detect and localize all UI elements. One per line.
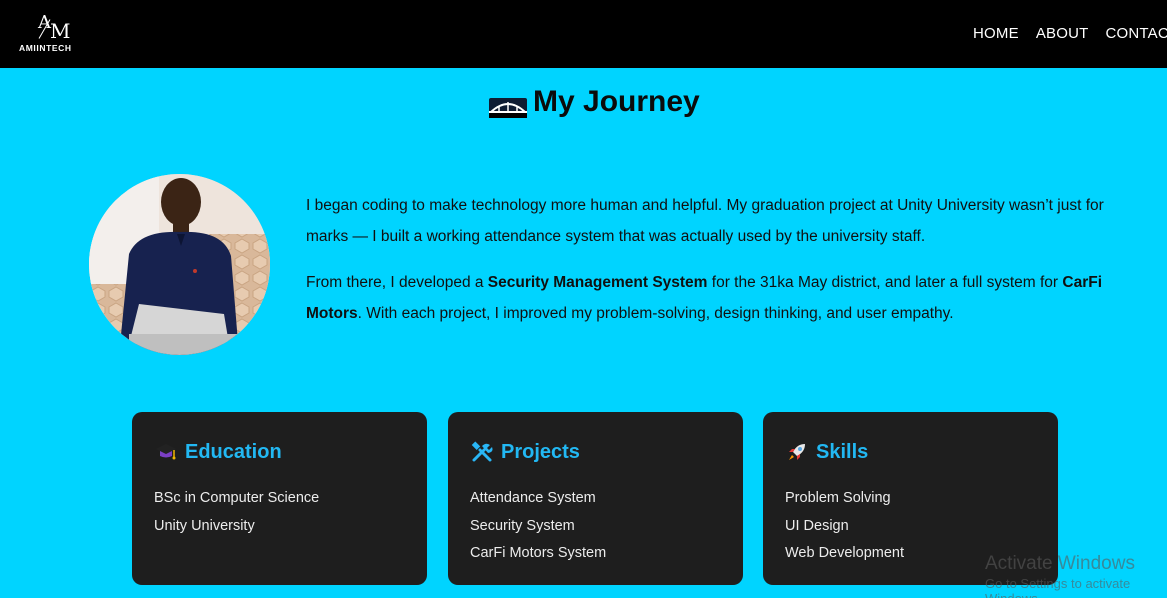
- list-item: Unity University: [154, 517, 255, 534]
- list-item: Web Development: [785, 545, 905, 561]
- list-item: UI Design: [785, 517, 849, 534]
- list-item: Security System: [470, 517, 575, 534]
- bridge-at-night-icon: [489, 98, 527, 118]
- tools-icon: [471, 441, 493, 462]
- activate-windows-watermark: Activate Windows Go to Settings to activ…: [985, 553, 1167, 598]
- profile-photo: [89, 174, 270, 355]
- bio-paragraph-2: From there, I developed a Security Manag…: [306, 274, 1103, 322]
- nav-home-link[interactable]: HOME: [973, 25, 1019, 42]
- graduation-cap-icon: [156, 444, 176, 460]
- highlight-security-system: Security Management System: [487, 274, 708, 291]
- journey-bio: I began coding to make technology more h…: [306, 190, 1116, 344]
- skills-title: Skills: [816, 440, 869, 463]
- watermark-title: Activate Windows: [985, 553, 1135, 574]
- nav-contact-link[interactable]: CONTACT: [1106, 25, 1167, 42]
- list-item: BSc in Computer Science: [154, 490, 320, 506]
- page-title-row: My Journey: [489, 84, 700, 120]
- skills-list: Problem Solving UI Design Web Developmen…: [785, 485, 904, 568]
- skills-card-header: Skills: [785, 440, 868, 464]
- main-nav: HOME ABOUT CONTACT: [973, 25, 1167, 42]
- rocket-icon: [789, 444, 805, 460]
- projects-card-header: Projects: [470, 440, 580, 464]
- watermark-subtitle: Go to Settings to activate Windows.: [985, 576, 1131, 598]
- page-title: My Journey: [533, 85, 700, 118]
- education-list: BSc in Computer Science Unity University: [154, 485, 319, 540]
- projects-list: Attendance System Security System CarFi …: [470, 485, 606, 568]
- education-title: Education: [185, 440, 282, 463]
- education-card-header: Education: [154, 440, 282, 464]
- nav-about-link[interactable]: ABOUT: [1036, 25, 1089, 42]
- brand-logo[interactable]: AM AMIINTECH: [18, 12, 94, 56]
- list-item: Problem Solving: [785, 490, 891, 506]
- logo-mark: AM: [38, 12, 71, 43]
- site-header: AM AMIINTECH HOME ABOUT CONTACT: [0, 0, 1167, 68]
- projects-title: Projects: [501, 440, 580, 463]
- projects-card: Projects Attendance System Security Syst…: [448, 412, 743, 585]
- list-item: Attendance System: [470, 490, 596, 506]
- logo-text: AMIINTECH: [19, 43, 72, 53]
- education-card: Education BSc in Computer Science Unity …: [132, 412, 427, 585]
- bio-paragraph-1: I began coding to make technology more h…: [306, 197, 1104, 245]
- list-item: CarFi Motors System: [470, 545, 607, 561]
